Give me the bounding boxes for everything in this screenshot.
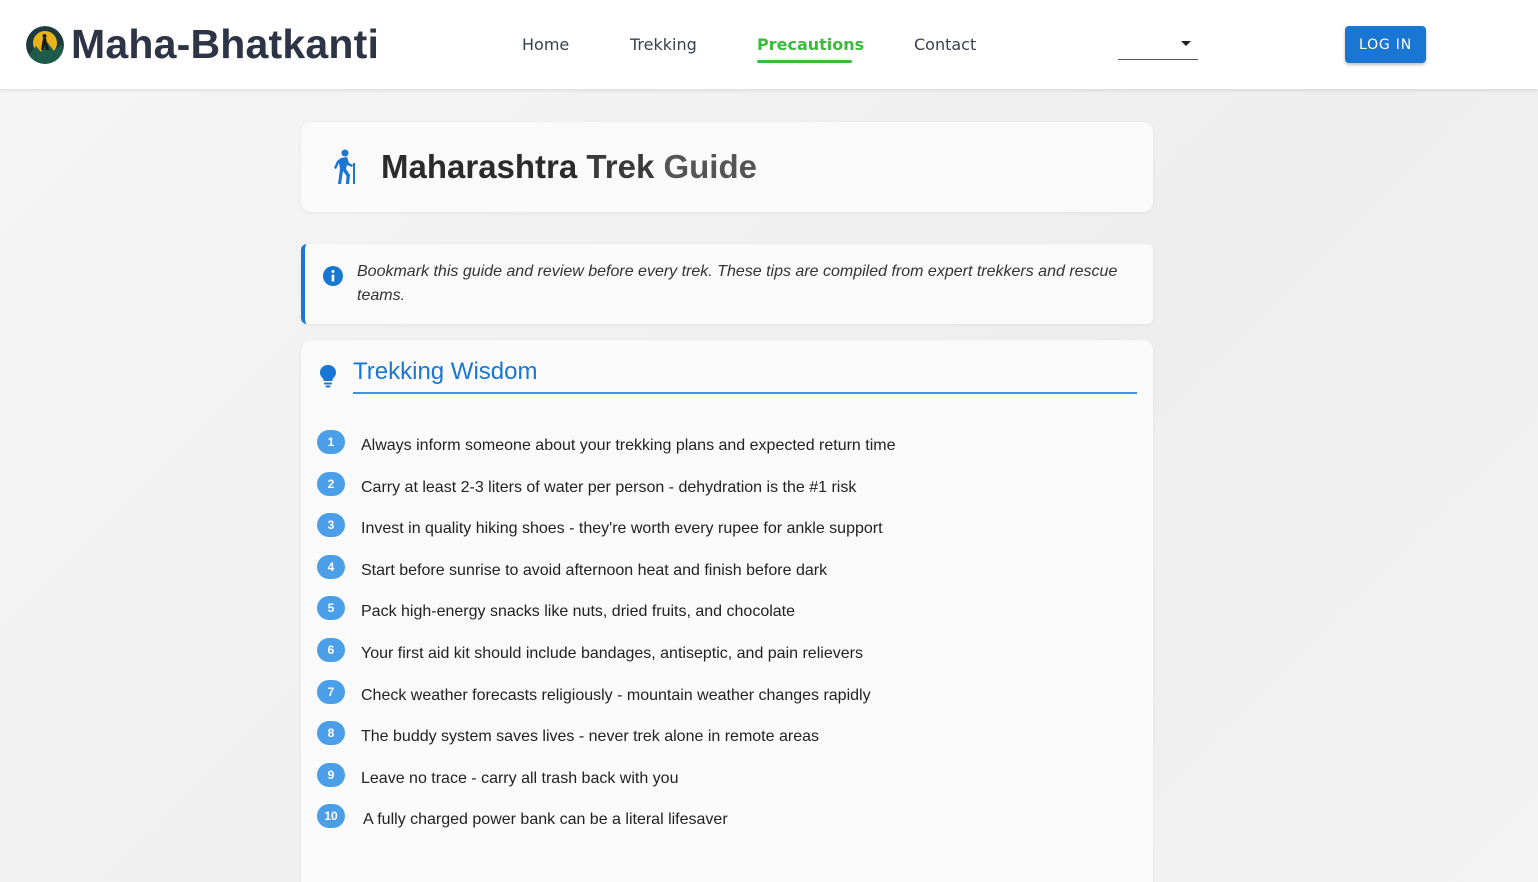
nav-home[interactable]: Home xyxy=(522,34,569,56)
top-navbar: Maha-Bhatkanti Home Trekking Precautions… xyxy=(0,0,1538,89)
list-item: 7 Check weather forecasts religiously - … xyxy=(317,679,1137,722)
list-item: 5 Pack high-energy snacks like nuts, dri… xyxy=(317,596,1137,638)
page-title-part2: Trek xyxy=(586,148,655,185)
tip-text: Pack high-energy snacks like nuts, dried… xyxy=(361,603,796,621)
list-item: 1 Always inform someone about your trekk… xyxy=(317,430,1137,472)
tip-text: Always inform someone about your trekkin… xyxy=(361,437,896,454)
active-nav-indicator xyxy=(757,60,852,63)
tip-number-badge: 1 xyxy=(317,430,345,454)
tip-text: Carry at least 2-3 liters of water per p… xyxy=(361,478,857,496)
info-alert: Bookmark this guide and review before ev… xyxy=(301,244,1153,324)
tip-text: Invest in quality hiking shoes - they're… xyxy=(361,520,883,538)
tip-text: The buddy system saves lives - never tre… xyxy=(361,728,819,746)
page-title-part3: Guide xyxy=(663,148,757,185)
info-icon xyxy=(323,266,343,286)
nav-precautions[interactable]: Precautions xyxy=(757,34,864,56)
list-item: 10 A fully charged power bank can be a l… xyxy=(317,804,1137,846)
tip-text: A fully charged power bank can be a lite… xyxy=(363,811,728,829)
nav-contact[interactable]: Contact xyxy=(914,34,976,56)
list-item: 8 The buddy system saves lives - never t… xyxy=(317,721,1137,763)
language-select[interactable] xyxy=(1118,30,1198,60)
tips-list: 1 Always inform someone about your trekk… xyxy=(317,430,1137,846)
trekker-logo-icon[interactable] xyxy=(26,26,64,64)
brand-title[interactable]: Maha-Bhatkanti xyxy=(71,20,379,68)
caret-down-icon xyxy=(1181,41,1191,46)
tip-number-badge: 5 xyxy=(317,596,345,621)
tip-number-badge: 4 xyxy=(317,554,345,579)
page-title-part1: Maharashtra xyxy=(381,148,578,185)
tip-text: Leave no trace - carry all trash back wi… xyxy=(361,769,679,787)
tip-number-badge: 8 xyxy=(317,721,345,746)
trekking-wisdom-card: Trekking Wisdom 1 Always inform someone … xyxy=(301,340,1153,882)
list-item: 3 Invest in quality hiking shoes - they'… xyxy=(317,513,1137,555)
tip-number-badge: 6 xyxy=(317,637,345,662)
tip-number-badge: 9 xyxy=(317,762,345,787)
tip-number-badge: 10 xyxy=(317,804,345,829)
list-item: 9 Leave no trace - carry all trash back … xyxy=(317,762,1137,805)
list-item: 6 Your first aid kit should include band… xyxy=(317,637,1137,680)
section-title: Trekking Wisdom xyxy=(353,358,538,385)
tip-number-badge: 2 xyxy=(317,471,345,496)
tip-number-badge: 7 xyxy=(317,679,345,704)
tip-text: Start before sunrise to avoid afternoon … xyxy=(361,561,828,579)
tip-number-badge: 3 xyxy=(317,513,345,538)
nav-trekking[interactable]: Trekking xyxy=(630,34,697,56)
page-title: Maharashtra Trek Guide xyxy=(381,146,757,188)
info-text: Bookmark this guide and review before ev… xyxy=(357,263,1118,304)
login-button[interactable]: LOG IN xyxy=(1345,26,1426,63)
list-item: 2 Carry at least 2-3 liters of water per… xyxy=(317,471,1137,514)
hiker-icon xyxy=(334,149,355,184)
page-title-card: Maharashtra Trek Guide xyxy=(301,122,1153,212)
lightbulb-icon xyxy=(320,365,336,388)
list-item: 4 Start before sunrise to avoid afternoo… xyxy=(317,554,1137,597)
tip-text: Check weather forecasts religiously - mo… xyxy=(361,686,871,704)
section-divider xyxy=(353,392,1137,394)
tip-text: Your first aid kit should include bandag… xyxy=(361,644,863,662)
